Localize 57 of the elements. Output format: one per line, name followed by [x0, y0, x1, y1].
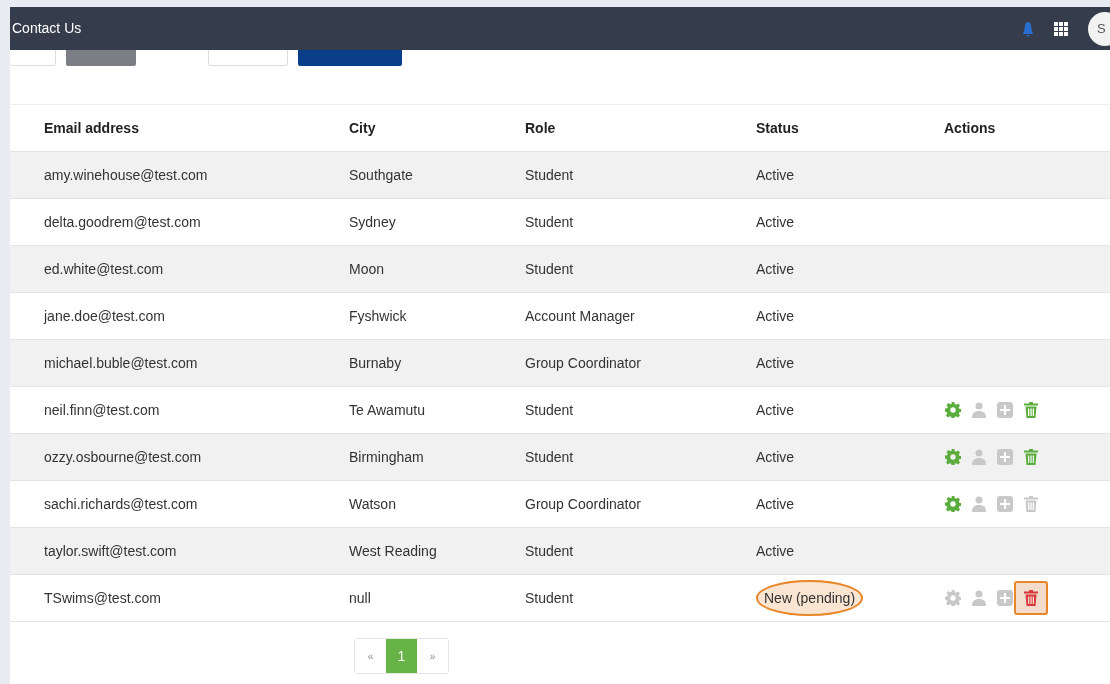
table-cell: neil.finn@test.com [44, 401, 160, 418]
table-cell: ed.white@test.com [44, 260, 164, 277]
table-cell: delta.goodrem@test.com [44, 213, 201, 230]
table-cell: Active [756, 307, 795, 324]
table-cell: Student [525, 401, 574, 418]
highlighted-button[interactable] [1014, 581, 1048, 615]
table-cell: Student [525, 542, 574, 559]
table-cell: Active [756, 542, 795, 559]
trash-icon [1024, 590, 1038, 606]
table-cell: amy.winehouse@test.com [44, 166, 208, 183]
highlighted-status: New (pending) [756, 579, 864, 616]
table-cell: Student [525, 448, 574, 465]
gear-icon[interactable] [944, 448, 962, 466]
table-cell: taylor.swift@test.com [44, 542, 177, 559]
table-cell: Active [756, 354, 795, 371]
table-cell: Burnaby [349, 354, 402, 371]
trash-icon[interactable] [1022, 448, 1040, 466]
gear-icon[interactable] [944, 495, 962, 513]
table-cell: Student [525, 260, 574, 277]
table-cell: Moon [349, 260, 385, 277]
table-cell: Group Coordinator [525, 354, 641, 371]
table-cell: ozzy.osbourne@test.com [44, 448, 202, 465]
gear-icon[interactable] [944, 401, 962, 419]
table-cell: Active [756, 166, 795, 183]
table-cell: Active [756, 448, 795, 465]
table-cell: null [349, 589, 371, 606]
table-cell: Group Coordinator [525, 495, 641, 512]
column-header: Email address [44, 119, 139, 136]
table-cell: Student [525, 589, 574, 606]
table-cell: West Reading [349, 542, 437, 559]
table-cell: Active [756, 401, 795, 418]
table-cell: Birmingham [349, 448, 424, 465]
table-cell: sachi.richards@test.com [44, 495, 198, 512]
table-cell: Te Awamutu [349, 401, 425, 418]
column-header: Actions [944, 119, 996, 136]
table-cell: Account Manager [525, 307, 635, 324]
column-header: City [349, 119, 376, 136]
table-cell: TSwims@test.com [44, 589, 161, 606]
table-cell: Active [756, 213, 795, 230]
trash-icon[interactable] [1022, 401, 1040, 419]
table-cell: Active [756, 495, 795, 512]
table-cell: Active [756, 260, 795, 277]
table-cell: Sydney [349, 213, 396, 230]
page-title: Contact Us [12, 19, 82, 38]
table-cell: Watson [349, 495, 396, 512]
user-avatar[interactable]: S [1088, 11, 1110, 46]
table-cell: Student [525, 166, 574, 183]
table-cell: michael.buble@test.com [44, 354, 198, 371]
bell-icon[interactable] [1022, 20, 1034, 37]
table-cell: Fyshwick [349, 307, 407, 324]
table-cell: Student [525, 213, 574, 230]
apps-grid-icon[interactable] [1054, 21, 1068, 36]
column-header: Status [756, 119, 799, 136]
column-header: Role [525, 119, 556, 136]
table-cell: jane.doe@test.com [44, 307, 165, 324]
table-cell: Southgate [349, 166, 413, 183]
page-link[interactable]: 1 [386, 639, 417, 673]
